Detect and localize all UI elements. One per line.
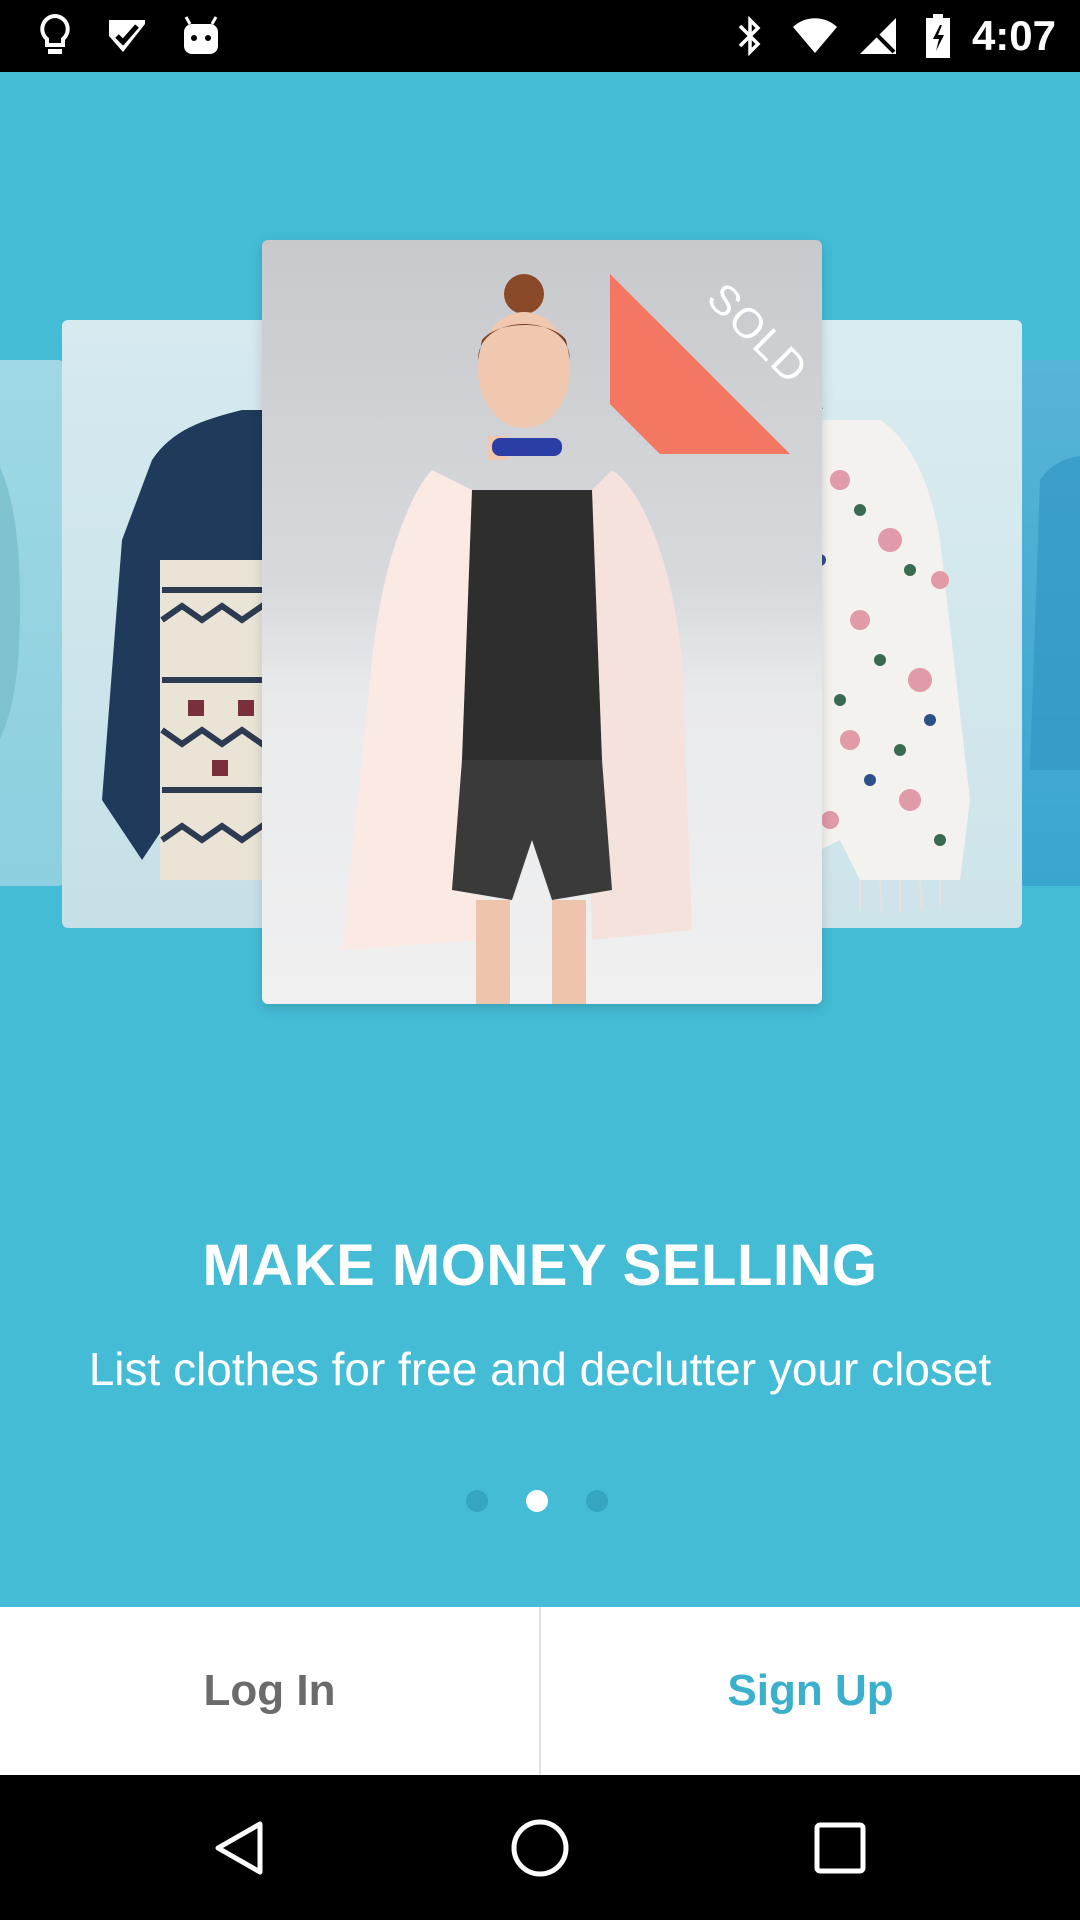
onboarding-headline: MAKE MONEY SELLING	[202, 1233, 878, 1298]
floral-jacket-photo	[800, 382, 970, 915]
lightbulb-icon	[30, 0, 80, 72]
carousel-card-far-right	[1020, 360, 1080, 886]
signal-off-icon	[856, 0, 900, 72]
home-icon[interactable]	[450, 1775, 630, 1920]
status-bar: 4:07	[0, 0, 1080, 72]
status-time: 4:07	[971, 12, 1056, 59]
onboarding-subtitle: List clothes for free and declutter your…	[88, 1343, 992, 1395]
back-icon[interactable]	[150, 1775, 330, 1920]
carousel-card-coat	[62, 320, 282, 928]
navigation-bar	[0, 1775, 1080, 1920]
carousel-card-floral	[800, 320, 1022, 928]
page-dot-1[interactable]	[466, 1490, 488, 1512]
page-dot-3[interactable]	[586, 1490, 608, 1512]
onboarding-carousel[interactable]: SOLD MAKE MONEY SELLING List clothes for…	[0, 72, 1080, 1607]
bluetooth-icon	[728, 0, 772, 72]
carousel-card-far-left	[0, 360, 64, 886]
wifi-icon	[790, 0, 840, 72]
signup-button[interactable]: Sign Up	[541, 1607, 1080, 1775]
page-indicator	[0, 1482, 1080, 1522]
auth-bar: Log In Sign Up	[0, 1607, 1080, 1775]
battery-icon	[918, 0, 958, 72]
coat-photo	[102, 410, 282, 880]
recents-icon[interactable]	[750, 1775, 930, 1920]
login-button[interactable]: Log In	[0, 1607, 539, 1775]
android-icon	[176, 0, 226, 72]
page-dot-2-active[interactable]	[526, 1490, 548, 1512]
check-icon	[102, 0, 152, 72]
